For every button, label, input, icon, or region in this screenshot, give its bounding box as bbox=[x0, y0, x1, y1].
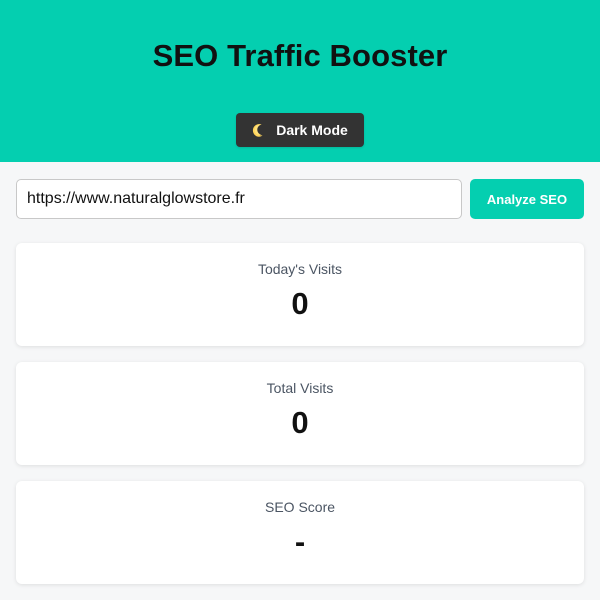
seo-traffic-booster-app: SEO Traffic Booster Dark Mode Analyze SE… bbox=[0, 0, 600, 600]
app-header: SEO Traffic Booster Dark Mode bbox=[0, 0, 600, 162]
dark-mode-label: Dark Mode bbox=[276, 122, 348, 138]
seo-score-label: SEO Score bbox=[264, 499, 336, 515]
analyze-seo-button[interactable]: Analyze SEO bbox=[470, 179, 584, 219]
page-title: SEO Traffic Booster bbox=[152, 38, 448, 73]
todays-visits-label: Today's Visits bbox=[257, 261, 343, 277]
seo-score-value: - bbox=[294, 524, 306, 559]
todays-visits-value: 0 bbox=[291, 286, 309, 321]
website-url-input[interactable] bbox=[16, 179, 462, 219]
moon-icon bbox=[252, 123, 266, 137]
total-visits-label: Total Visits bbox=[266, 380, 334, 396]
seo-score-card: SEO Score - bbox=[16, 481, 584, 584]
total-visits-value: 0 bbox=[291, 405, 309, 440]
total-visits-card: Total Visits 0 bbox=[16, 362, 584, 465]
todays-visits-card: Today's Visits 0 bbox=[16, 243, 584, 346]
url-analysis-form: Analyze SEO bbox=[16, 179, 584, 219]
dark-mode-button[interactable]: Dark Mode bbox=[236, 113, 364, 147]
